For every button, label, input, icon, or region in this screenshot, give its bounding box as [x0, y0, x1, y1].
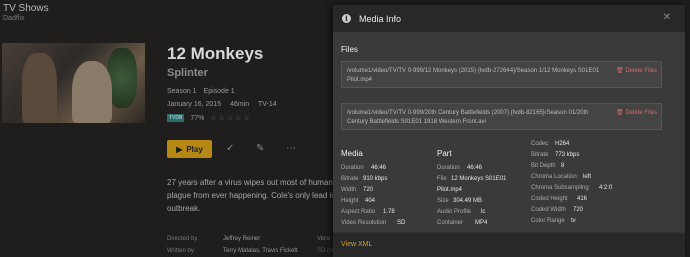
- written-by-label: Written by: [167, 248, 194, 254]
- director-name[interactable]: Jeffrey Reiner: [223, 236, 260, 242]
- part-size: Size 304.49 MB: [437, 198, 483, 204]
- watched-check-icon[interactable]: ✓: [226, 143, 234, 154]
- episode-title: Splinter: [167, 67, 208, 79]
- trash-icon: 🗑: [616, 68, 624, 74]
- more-options-icon[interactable]: ⋯: [286, 143, 296, 154]
- media-heading: Media: [341, 149, 363, 158]
- media-bitrate: Bitrate 910 kbps: [341, 176, 388, 182]
- stream-coded-width: Coded Width 720: [531, 207, 584, 213]
- close-icon[interactable]: ✕: [663, 12, 671, 23]
- part-file: File 12 Monkeys S01E01: [437, 176, 507, 182]
- duration: 46min: [230, 101, 250, 108]
- view-xml-link[interactable]: View XML: [341, 241, 372, 248]
- files-heading: Files: [341, 45, 358, 54]
- file-row: /volume1/video/TV/TV 0-999/12 Monkeys (2…: [341, 61, 662, 88]
- stream-chroma-subsampling: Chroma Subsampling 4:2:0: [531, 185, 613, 191]
- media-duration: Duration 46:46: [341, 165, 387, 171]
- stream-codec: Codec H264: [531, 141, 570, 147]
- season-episode: Season 1 Episode 1: [167, 88, 235, 95]
- media-width: Width 720: [341, 187, 374, 193]
- server-name: Dadflix: [3, 15, 25, 22]
- season-label[interactable]: Season 1: [167, 88, 197, 95]
- air-info: January 16, 2015 46min TV-14: [167, 101, 284, 108]
- media-video-resolution: Video Resolution SD: [341, 220, 406, 226]
- written-by-row: Written by Terry Matalas, Travis Fickett: [167, 248, 298, 254]
- version-label: Versi: [317, 236, 331, 242]
- delete-files-label: Delete Files: [625, 68, 657, 74]
- file-path: /volume1/video/TV/TV 0-999/20th Century …: [347, 110, 589, 125]
- delete-files-label: Delete Files: [625, 110, 657, 116]
- star-rating[interactable]: ☆☆☆☆☆: [210, 114, 251, 122]
- media-aspect-ratio: Aspect Ratio 1.78: [341, 209, 395, 215]
- stream-bitrate: Bitrate 773 kbps: [531, 152, 580, 158]
- stream-bit-depth: Bit Depth 8: [531, 163, 565, 169]
- thumbnail-figure: [22, 53, 57, 123]
- part-audio-profile: Audio Profile lc: [437, 209, 486, 215]
- edit-pencil-icon[interactable]: ✎: [256, 143, 264, 154]
- content-rating: TV-14: [257, 101, 277, 108]
- media-info-modal: i Media Info ✕ Files /volume1/video/TV/T…: [333, 5, 685, 257]
- modal-title: Media Info: [359, 13, 402, 24]
- play-button[interactable]: ▶ Play: [167, 140, 212, 158]
- part-heading: Part: [437, 149, 452, 158]
- directed-by-label: Directed by: [167, 236, 198, 242]
- rating-row: TVDB 77% ☆☆☆☆☆: [167, 114, 252, 122]
- part-container: Container MP4: [437, 220, 488, 226]
- stream-coded-height: Coded Height 416: [531, 196, 588, 202]
- file-path: /volume1/video/TV/TV 0-999/12 Monkeys (2…: [347, 68, 600, 83]
- play-label: Play: [186, 144, 203, 154]
- writer-names[interactable]: Terry Matalas, Travis Fickett: [223, 248, 298, 254]
- part-duration: Duration 46:46: [437, 165, 483, 171]
- modal-header: i Media Info ✕: [333, 5, 685, 32]
- trash-icon: 🗑: [616, 110, 624, 116]
- episode-label: Episode 1: [203, 88, 235, 95]
- media-height: Height 404: [341, 198, 376, 204]
- thumbnail-figure: [72, 61, 112, 123]
- delete-files-button[interactable]: 🗑 Delete Files: [616, 67, 657, 74]
- file-row: /volume1/video/TV/TV 0-999/20th Century …: [341, 103, 662, 130]
- tvdb-logo: TVDB: [167, 114, 185, 122]
- show-title[interactable]: 12 Monkeys: [167, 44, 263, 64]
- stream-chroma-location: Chroma Location left: [531, 174, 592, 180]
- air-date: January 16, 2015: [167, 101, 222, 108]
- directed-by-row: Directed by Jeffrey Reiner: [167, 236, 260, 242]
- library-title[interactable]: TV Shows: [3, 3, 49, 14]
- modal-footer: View XML: [333, 232, 685, 257]
- stream-color-range: Color Range tv: [531, 218, 576, 224]
- episode-thumbnail[interactable]: [2, 43, 145, 123]
- tvdb-score: 77%: [190, 114, 205, 122]
- info-icon: i: [342, 14, 351, 23]
- delete-files-button[interactable]: 🗑 Delete Files: [616, 109, 657, 116]
- play-icon: ▶: [176, 144, 183, 154]
